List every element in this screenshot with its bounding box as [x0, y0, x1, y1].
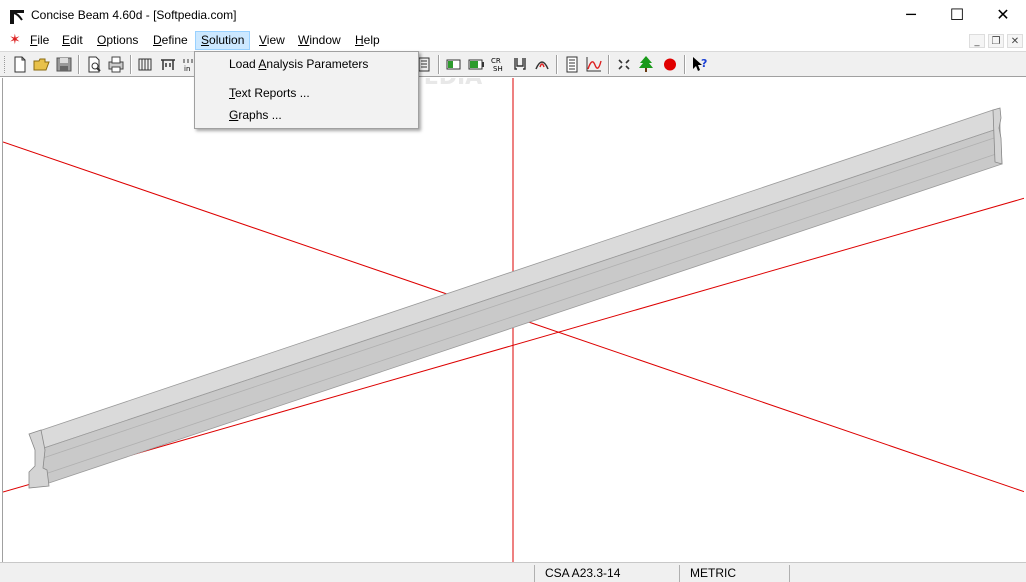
beam-3d-viewport[interactable]: SOFTPEDIA: [2, 78, 1024, 562]
print-icon[interactable]: [106, 55, 126, 74]
creep-label: CR: [491, 57, 501, 65]
define-span-icon[interactable]: [158, 55, 178, 74]
minimize-button[interactable]: ─: [888, 0, 934, 30]
toolbar: in CR SH ?: [0, 51, 1026, 77]
section-fill-icon[interactable]: [466, 55, 486, 74]
stop-record-icon[interactable]: [660, 55, 680, 74]
battery-icon[interactable]: [444, 55, 464, 74]
move-icon[interactable]: [614, 55, 634, 74]
title-bar: Concise Beam 4.60d - [Softpedia.com] ─ ☐…: [0, 0, 1026, 30]
toolbar-separator: [608, 55, 610, 74]
menu-file[interactable]: File: [25, 31, 54, 50]
menu-view[interactable]: View: [254, 31, 290, 50]
units-status: METRIC: [679, 565, 789, 582]
print-preview-icon[interactable]: [84, 55, 104, 74]
toolbar-grip[interactable]: [4, 56, 7, 73]
mdi-restore-button[interactable]: ❐: [988, 34, 1004, 48]
arc-section-icon[interactable]: [532, 55, 552, 74]
status-bar: CSA A23.3-14 METRIC: [0, 562, 1026, 582]
toolbar-separator: [78, 55, 80, 74]
maximize-button[interactable]: ☐: [934, 0, 980, 30]
menu-edit[interactable]: Edit: [57, 31, 88, 50]
menu-define[interactable]: Define: [148, 31, 193, 50]
graph-icon[interactable]: [584, 55, 604, 74]
solution-dropdown-menu: Load Analysis Parameters Text Reports ..…: [194, 51, 419, 129]
save-disk-icon[interactable]: [54, 55, 74, 74]
document-menu-icon[interactable]: ✶: [9, 33, 23, 47]
svg-text:?: ?: [701, 57, 707, 70]
new-file-icon[interactable]: [10, 55, 30, 74]
svg-text:in: in: [184, 65, 190, 73]
toolbar-separator: [556, 55, 558, 74]
app-logo-icon: [10, 10, 24, 24]
menu-solution[interactable]: Solution: [195, 31, 251, 50]
load-analysis-parameters-item[interactable]: Load Analysis Parameters: [229, 54, 368, 74]
toolbar-separator: [438, 55, 440, 74]
open-folder-icon[interactable]: [32, 55, 52, 74]
close-button[interactable]: ✕: [980, 0, 1026, 30]
u-section-icon[interactable]: [510, 55, 530, 74]
window-title: Concise Beam 4.60d - [Softpedia.com]: [31, 8, 237, 22]
menu-bar: ✶ File Edit Options Define Solution View…: [0, 30, 1026, 51]
shrinkage-label: SH: [493, 65, 503, 73]
help-pointer-icon[interactable]: ?: [690, 55, 710, 74]
beam-model: [28, 107, 1003, 489]
report-list-icon[interactable]: [562, 55, 582, 74]
beam-section-icon[interactable]: [136, 55, 156, 74]
menu-help[interactable]: Help: [350, 31, 385, 50]
tree-icon[interactable]: [636, 55, 656, 74]
text-reports-item[interactable]: Text Reports ...: [229, 83, 310, 103]
design-code-status: CSA A23.3-14: [534, 565, 679, 582]
status-pane-empty: [789, 565, 1026, 582]
mdi-minimize-button[interactable]: _: [969, 34, 985, 48]
toolbar-separator: [130, 55, 132, 74]
graphs-item[interactable]: Graphs ...: [229, 105, 282, 125]
mdi-close-button[interactable]: ✕: [1007, 34, 1023, 48]
beam-3d-canvas: SOFTPEDIA: [3, 78, 1024, 562]
toolbar-separator: [684, 55, 686, 74]
creep-shrinkage-icon[interactable]: CR SH: [488, 55, 508, 74]
menu-options[interactable]: Options: [92, 31, 143, 50]
menu-window[interactable]: Window: [293, 31, 346, 50]
